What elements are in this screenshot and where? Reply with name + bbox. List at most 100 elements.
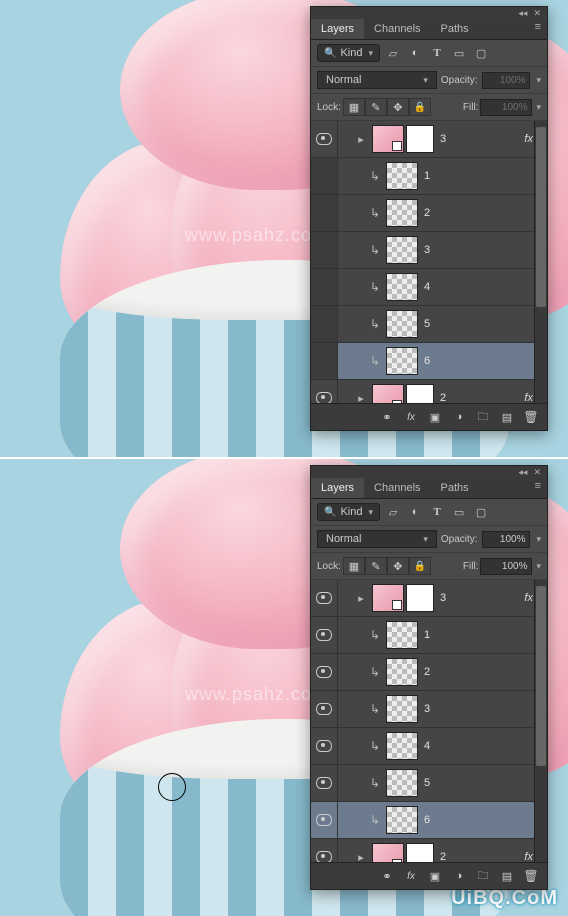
layer-row[interactable]: ▸3fx bbox=[311, 121, 547, 158]
expand-arrow-icon[interactable]: ▸ bbox=[356, 592, 366, 605]
chevron-down-icon[interactable] bbox=[534, 74, 541, 86]
panel-collapse-icon[interactable]: ◂◂ bbox=[518, 467, 527, 477]
layer-name-label[interactable]: 3 bbox=[440, 592, 446, 604]
layer-thumbnail[interactable] bbox=[386, 769, 418, 797]
visibility-toggle[interactable] bbox=[311, 728, 338, 764]
layer-name-label[interactable]: 1 bbox=[424, 170, 430, 182]
layer-row[interactable]: ↳2 bbox=[311, 195, 547, 232]
panel-menu-icon[interactable]: ≡ bbox=[529, 478, 547, 498]
filter-pixel-icon[interactable] bbox=[384, 45, 402, 61]
visibility-toggle[interactable] bbox=[311, 306, 338, 342]
delete-layer-icon[interactable] bbox=[521, 408, 541, 426]
panel-collapse-icon[interactable]: ◂◂ bbox=[518, 8, 527, 18]
scrollbar[interactable] bbox=[534, 580, 547, 862]
new-group-icon[interactable] bbox=[473, 408, 493, 426]
layer-name-label[interactable]: 6 bbox=[424, 814, 430, 826]
layer-style-icon[interactable] bbox=[401, 408, 421, 426]
visibility-toggle[interactable] bbox=[311, 654, 338, 690]
scrollbar[interactable] bbox=[534, 121, 547, 403]
lock-pixels-icon[interactable] bbox=[365, 98, 387, 116]
panel-close-icon[interactable]: ✕ bbox=[533, 8, 541, 18]
opacity-input[interactable]: 100% bbox=[482, 72, 531, 89]
add-mask-icon[interactable] bbox=[425, 867, 445, 885]
layer-thumbnail[interactable] bbox=[372, 843, 404, 862]
layer-thumbnail[interactable] bbox=[386, 347, 418, 375]
expand-arrow-icon[interactable]: ▸ bbox=[356, 392, 366, 404]
visibility-toggle[interactable] bbox=[311, 195, 338, 231]
blend-mode-select[interactable]: Normal bbox=[317, 71, 437, 89]
layer-thumbnail[interactable] bbox=[386, 658, 418, 686]
new-layer-icon[interactable] bbox=[497, 867, 517, 885]
visibility-toggle[interactable] bbox=[311, 765, 338, 801]
layer-name-label[interactable]: 6 bbox=[424, 355, 430, 367]
fill-input[interactable]: 100% bbox=[480, 99, 532, 116]
expand-arrow-icon[interactable]: ▸ bbox=[356, 851, 366, 863]
filter-shape-icon[interactable] bbox=[450, 45, 468, 61]
layer-row[interactable]: ↳6 bbox=[311, 343, 547, 380]
tab-channels[interactable]: Channels bbox=[364, 19, 430, 39]
layer-name-label[interactable]: 5 bbox=[424, 777, 430, 789]
layer-name-label[interactable]: 2 bbox=[440, 851, 446, 862]
mask-thumbnail[interactable] bbox=[406, 125, 434, 153]
panel-close-icon[interactable]: ✕ bbox=[533, 467, 541, 477]
new-group-icon[interactable] bbox=[473, 867, 493, 885]
visibility-toggle[interactable] bbox=[311, 380, 338, 403]
layer-name-label[interactable]: 3 bbox=[424, 244, 430, 256]
lock-transparency-icon[interactable] bbox=[343, 98, 365, 116]
layer-thumbnail[interactable] bbox=[386, 621, 418, 649]
fill-input[interactable]: 100% bbox=[480, 558, 532, 575]
filter-smart-icon[interactable] bbox=[472, 45, 490, 61]
mask-thumbnail[interactable] bbox=[406, 584, 434, 612]
tab-paths[interactable]: Paths bbox=[431, 19, 479, 39]
panel-menu-icon[interactable]: ≡ bbox=[529, 19, 547, 39]
new-fill-icon[interactable] bbox=[449, 867, 469, 885]
layer-row[interactable]: ▸2fx bbox=[311, 839, 547, 862]
lock-position-icon[interactable] bbox=[387, 98, 409, 116]
layer-thumbnail[interactable] bbox=[386, 806, 418, 834]
visibility-toggle[interactable] bbox=[311, 580, 338, 616]
mask-thumbnail[interactable] bbox=[406, 384, 434, 403]
visibility-toggle[interactable] bbox=[311, 617, 338, 653]
layer-name-label[interactable]: 2 bbox=[440, 392, 446, 403]
layer-thumbnail[interactable] bbox=[386, 695, 418, 723]
filter-type-icon[interactable] bbox=[428, 504, 446, 520]
layer-row[interactable]: ▸2fx bbox=[311, 380, 547, 403]
layer-name-label[interactable]: 1 bbox=[424, 629, 430, 641]
layer-name-label[interactable]: 5 bbox=[424, 318, 430, 330]
layer-name-label[interactable]: 2 bbox=[424, 666, 430, 678]
visibility-toggle[interactable] bbox=[311, 839, 338, 862]
visibility-toggle[interactable] bbox=[311, 121, 338, 157]
expand-arrow-icon[interactable]: ▸ bbox=[356, 133, 366, 146]
layer-row[interactable]: ↳2 bbox=[311, 654, 547, 691]
tab-channels[interactable]: Channels bbox=[364, 478, 430, 498]
layer-thumbnail[interactable] bbox=[386, 199, 418, 227]
filter-shape-icon[interactable] bbox=[450, 504, 468, 520]
layer-row[interactable]: ↳6 bbox=[311, 802, 547, 839]
blend-mode-select[interactable]: Normal bbox=[317, 530, 437, 548]
layer-name-label[interactable]: 3 bbox=[424, 703, 430, 715]
filter-pixel-icon[interactable] bbox=[384, 504, 402, 520]
scrollbar-thumb[interactable] bbox=[536, 127, 546, 307]
mask-thumbnail[interactable] bbox=[406, 843, 434, 862]
layer-thumbnail[interactable] bbox=[372, 584, 404, 612]
visibility-toggle[interactable] bbox=[311, 269, 338, 305]
layer-name-label[interactable]: 4 bbox=[424, 281, 430, 293]
chevron-down-icon[interactable] bbox=[534, 533, 541, 545]
lock-pixels-icon[interactable] bbox=[365, 557, 387, 575]
new-layer-icon[interactable] bbox=[497, 408, 517, 426]
layer-style-icon[interactable] bbox=[401, 867, 421, 885]
layer-thumbnail[interactable] bbox=[372, 384, 404, 403]
opacity-input[interactable]: 100% bbox=[482, 531, 531, 548]
tab-layers[interactable]: Layers bbox=[311, 478, 364, 498]
link-layers-icon[interactable] bbox=[377, 408, 397, 426]
tab-paths[interactable]: Paths bbox=[431, 478, 479, 498]
link-layers-icon[interactable] bbox=[377, 867, 397, 885]
filter-kind-select[interactable]: Kind bbox=[317, 44, 380, 62]
layer-thumbnail[interactable] bbox=[386, 273, 418, 301]
layer-row[interactable]: ↳3 bbox=[311, 691, 547, 728]
filter-kind-select[interactable]: Kind bbox=[317, 503, 380, 521]
layer-thumbnail[interactable] bbox=[386, 236, 418, 264]
layer-row[interactable]: ↳4 bbox=[311, 269, 547, 306]
layer-row[interactable]: ↳1 bbox=[311, 617, 547, 654]
filter-adjust-icon[interactable] bbox=[406, 504, 424, 520]
